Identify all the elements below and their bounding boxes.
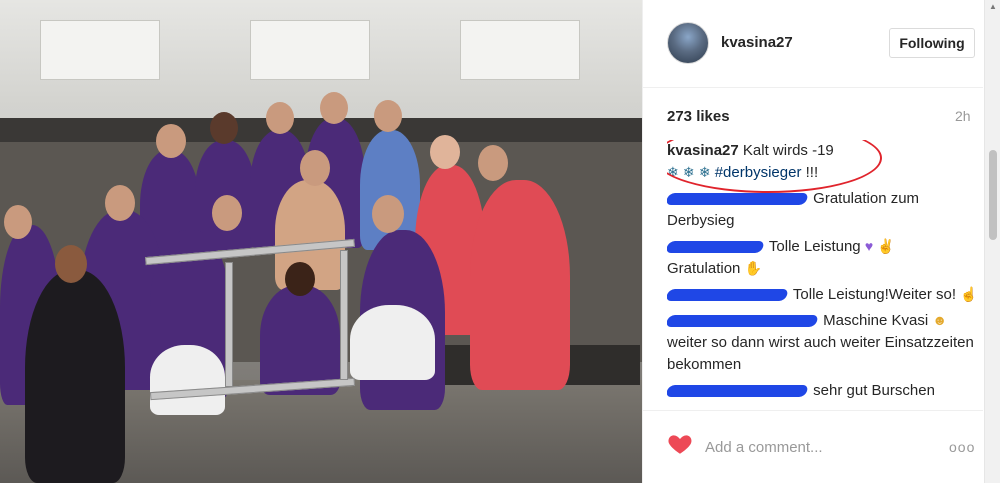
- heart-eyes-icon: ☻: [932, 312, 948, 328]
- following-button[interactable]: Following: [889, 28, 975, 58]
- more-options-icon[interactable]: ooo: [949, 439, 975, 455]
- caption: kvasina27 Kalt wirds -19 ❄ ❄ ❄ #derbysie…: [667, 140, 983, 193]
- player-head: [105, 185, 135, 221]
- player-head: [300, 150, 330, 186]
- player-head: [372, 195, 404, 233]
- redacted-username: [667, 289, 789, 302]
- comment-item: sehr gut Burschen: [667, 380, 983, 402]
- player: [260, 285, 340, 395]
- post-photo[interactable]: [0, 0, 642, 483]
- post-header: kvasina27 Following: [643, 0, 983, 88]
- player-head: [478, 145, 508, 181]
- snowflake-icon: ❄: [698, 164, 711, 180]
- snowflake-icon: ❄: [667, 164, 679, 180]
- caption-suffix: !!!: [805, 164, 819, 181]
- player-head: [212, 195, 242, 231]
- comment-item: Maschine Kvasi ☻ weiter so dann wirst au…: [667, 310, 983, 376]
- comment-text: Tolle Leistung: [768, 238, 861, 255]
- player: [25, 270, 125, 483]
- comment-item: Gratulation zum Derbysieg: [667, 188, 983, 232]
- comment-text: Tolle Leistung!Weiter so!: [792, 286, 957, 303]
- flexed-biceps-icon: ✌: [877, 238, 895, 254]
- player-head: [4, 205, 32, 239]
- comment-item: Tolle Leistung!Weiter so! ☝: [667, 284, 983, 306]
- post-footer: Add a comment... ooo: [643, 410, 983, 483]
- player: [470, 180, 570, 390]
- add-comment-input[interactable]: Add a comment...: [705, 439, 823, 456]
- redacted-username: [667, 385, 809, 398]
- comment-item: Tolle Leistung ♥ ✌ Gratulation ✋: [667, 236, 983, 280]
- scrollbar[interactable]: ▲: [984, 0, 1000, 483]
- caption-username[interactable]: kvasina27: [667, 142, 739, 159]
- shorts: [350, 305, 435, 380]
- heart-icon[interactable]: [667, 431, 693, 457]
- hashtag-link[interactable]: #derbysieger: [715, 164, 802, 181]
- caption-text: Kalt wirds -19: [742, 142, 834, 159]
- frame-prop: [340, 250, 348, 380]
- username-link[interactable]: kvasina27: [721, 34, 793, 51]
- scroll-thumb[interactable]: [989, 150, 997, 240]
- player-head: [285, 262, 315, 296]
- thumbs-up-icon: ☝: [960, 286, 978, 302]
- snowflake-icon: ❄: [682, 164, 695, 180]
- player-head: [210, 112, 238, 144]
- post-time[interactable]: 2h: [955, 108, 971, 124]
- ceiling-light: [460, 20, 580, 80]
- player-head: [156, 124, 186, 158]
- frame-prop: [225, 262, 233, 387]
- scroll-up-icon[interactable]: ▲: [989, 2, 997, 11]
- redacted-username: [667, 315, 819, 328]
- player-head: [55, 245, 87, 283]
- comment-text: sehr gut Burschen: [813, 382, 935, 399]
- shorts: [150, 345, 225, 415]
- likes-count[interactable]: 273 likes: [667, 108, 730, 125]
- comment-text: Maschine Kvasi: [823, 312, 929, 329]
- avatar[interactable]: [667, 22, 709, 64]
- purple-heart-icon: ♥: [864, 238, 874, 254]
- player-head: [374, 100, 402, 132]
- comment-text-line2: Gratulation: [667, 260, 741, 277]
- player-head: [266, 102, 294, 134]
- comments-list[interactable]: kvasina27 Kalt wirds -19 ❄ ❄ ❄ #derbysie…: [667, 140, 983, 408]
- redacted-username: [667, 241, 765, 254]
- post-sidebar: kvasina27 Following 273 likes 2h kvasina…: [642, 0, 1000, 483]
- player-head: [430, 135, 460, 169]
- ceiling-light: [250, 20, 370, 80]
- ceiling-light: [40, 20, 160, 80]
- clapping-hands-icon: ✋: [744, 260, 762, 276]
- player-head: [320, 92, 348, 124]
- redacted-username: [667, 193, 809, 206]
- comment-text-line2: weiter so dann wirst auch weiter Einsatz…: [667, 334, 974, 373]
